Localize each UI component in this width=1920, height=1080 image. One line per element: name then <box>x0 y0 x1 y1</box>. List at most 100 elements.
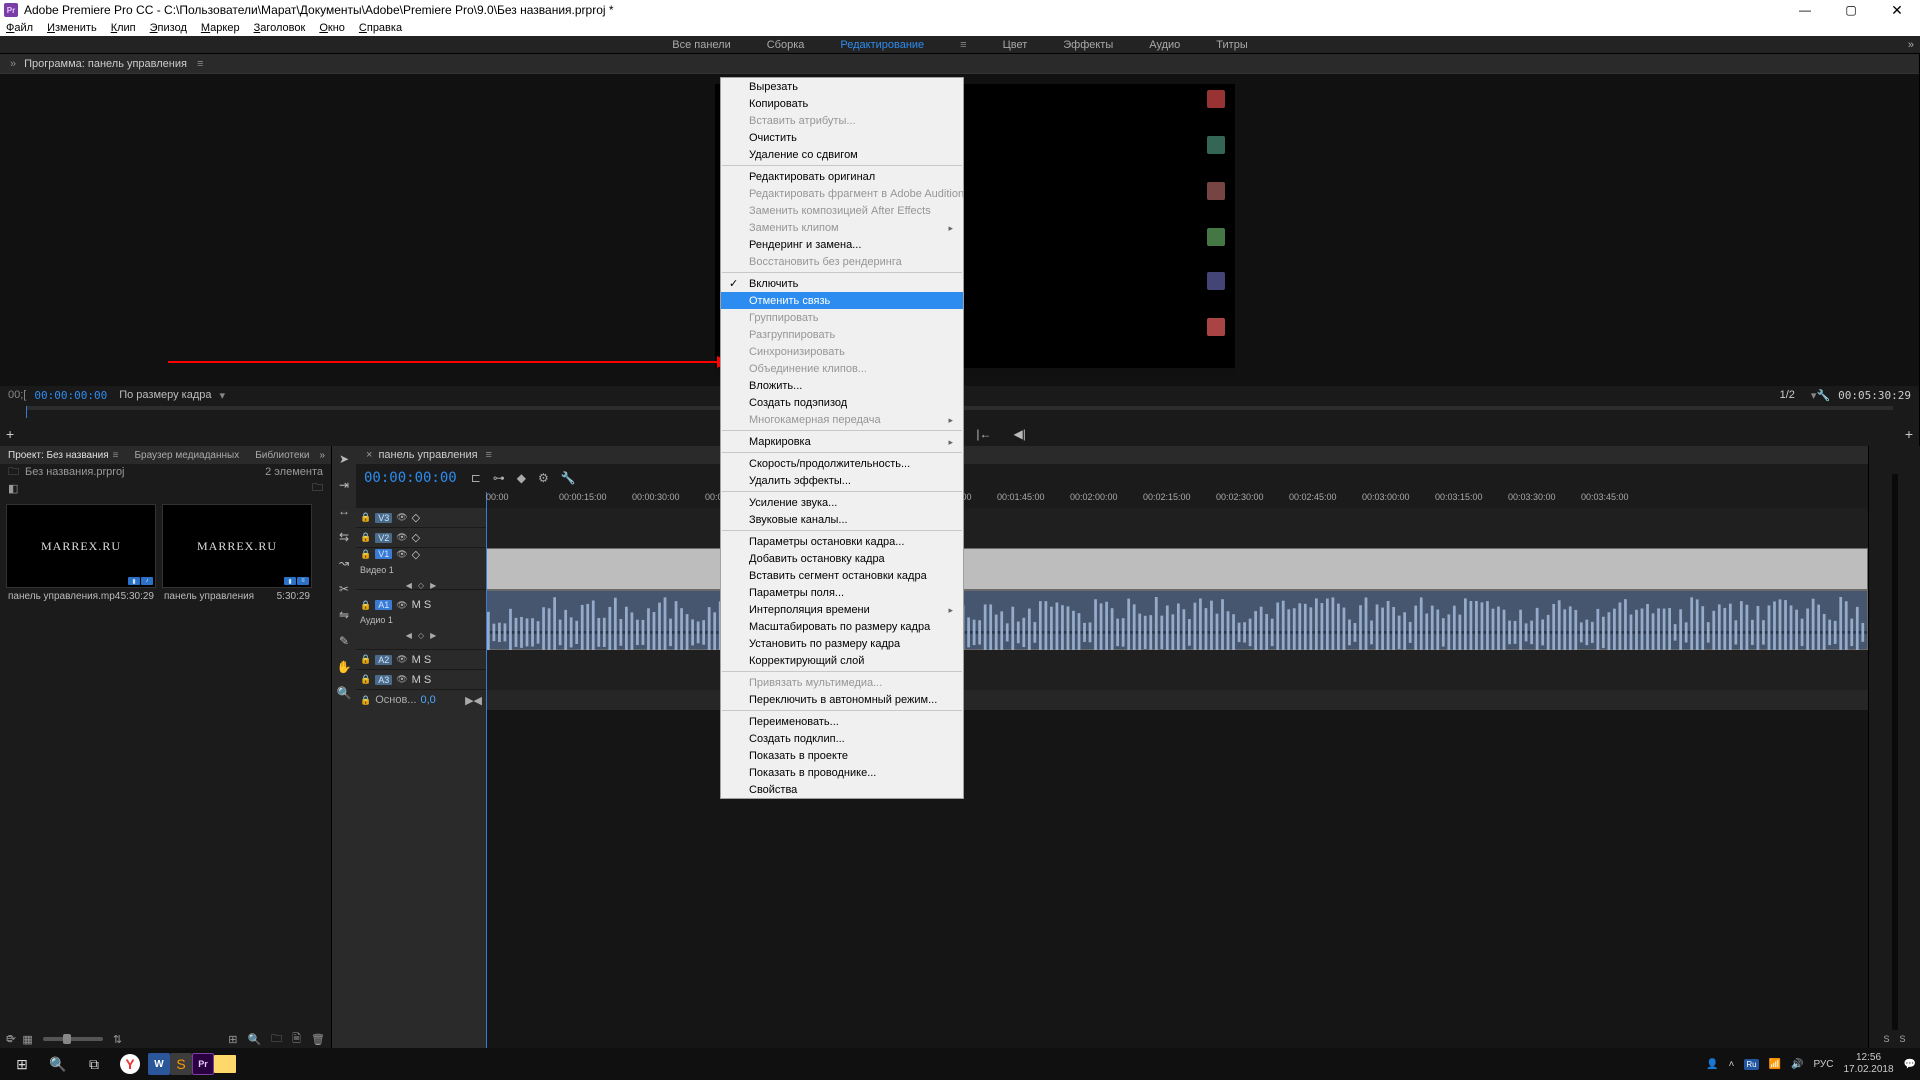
step-back-icon[interactable]: ◀| <box>1014 427 1026 441</box>
panel-menu-icon[interactable]: ≡ <box>197 58 203 70</box>
context-menu-item[interactable]: Маркировка▸ <box>721 433 963 450</box>
task-view-button[interactable]: ⧉ <box>76 1050 112 1078</box>
find-icon[interactable]: 🔍 <box>247 1033 261 1046</box>
context-menu-item[interactable]: Усиление звука... <box>721 494 963 511</box>
auto-seq-icon[interactable]: ⊞ <box>228 1033 237 1046</box>
context-menu-item[interactable]: Переименовать... <box>721 713 963 730</box>
context-menu-item[interactable]: Скорость/продолжительность... <box>721 455 963 472</box>
menu-file[interactable]: Файл <box>6 22 33 34</box>
lock-icon[interactable]: 🔒 <box>360 549 371 560</box>
wrench-icon[interactable]: 🔧 <box>561 471 576 485</box>
sort-icon[interactable]: ⇅ <box>113 1033 122 1046</box>
bin-item[interactable]: MARREX.RU ▮≡ панель управления5:30:29 <box>162 504 312 602</box>
wrench-icon[interactable]: 🔧 <box>1816 389 1830 402</box>
settings-icon[interactable]: ⚙ <box>538 471 549 485</box>
project-tab-project[interactable]: Проект: Без названия≡ <box>0 450 126 461</box>
sync-icon[interactable]: ⟳ <box>6 1032 16 1046</box>
context-menu-item[interactable]: Установить по размеру кадра <box>721 635 963 652</box>
folder-icon[interactable]: 🗀 <box>312 479 323 498</box>
track-a3[interactable]: 🔒A3👁M S <box>356 670 486 690</box>
eye-icon[interactable]: 👁 <box>396 532 407 543</box>
context-menu-item[interactable]: Рендеринг и замена... <box>721 236 963 253</box>
timeline-timecode[interactable]: 00:00:00:00 <box>364 470 457 486</box>
program-timecode[interactable]: 00:00:00:00 <box>34 389 107 402</box>
ripple-tool[interactable]: ↔ <box>338 504 350 518</box>
menu-sequence[interactable]: Эпизод <box>150 22 187 34</box>
selection-tool[interactable]: ➤ <box>339 452 349 466</box>
workspace-effects[interactable]: Эффекты <box>1063 39 1113 51</box>
sublime-icon[interactable]: S <box>170 1053 192 1075</box>
context-menu-item[interactable]: Копировать <box>721 95 963 112</box>
new-item-icon[interactable]: 🗎 <box>292 1030 301 1049</box>
marker-icon[interactable]: ◆ <box>517 471 526 485</box>
playhead[interactable] <box>486 508 487 1048</box>
add-button[interactable]: + <box>1905 426 1913 442</box>
icon-view-icon[interactable]: ▦ <box>22 1033 32 1046</box>
close-icon[interactable]: × <box>366 449 372 461</box>
menu-marker[interactable]: Маркер <box>201 22 240 34</box>
tray-people-icon[interactable]: 👤 <box>1706 1059 1718 1070</box>
track-v1[interactable]: 🔒V1👁◇ Видео 1 ◀◇▶ <box>356 548 486 590</box>
context-menu-item[interactable]: Параметры поля... <box>721 584 963 601</box>
tray-up-icon[interactable]: ˄ <box>1728 1059 1734 1070</box>
expand-icon[interactable]: » <box>10 58 16 70</box>
context-menu-item[interactable]: Звуковые каналы... <box>721 511 963 528</box>
rolling-tool[interactable]: ⇆ <box>339 530 349 544</box>
search-button[interactable]: 🔍 <box>40 1050 76 1078</box>
timeline-tab[interactable]: × панель управления ≡ <box>356 446 1868 464</box>
minimize-button[interactable]: — <box>1782 0 1828 20</box>
explorer-icon[interactable] <box>214 1055 236 1073</box>
context-menu-item[interactable]: Очистить <box>721 129 963 146</box>
tray-ru-icon[interactable]: Ru <box>1744 1059 1758 1070</box>
context-menu-item[interactable]: Вложить... <box>721 377 963 394</box>
tray-notif-icon[interactable]: 💬 <box>1904 1059 1916 1070</box>
eye-icon[interactable]: 👁 <box>396 512 407 523</box>
tray-net-icon[interactable]: 📶 <box>1769 1059 1781 1070</box>
zoom-tool[interactable]: 🔍 <box>337 686 352 700</box>
context-menu-item[interactable]: ✓Включить <box>721 275 963 292</box>
menu-window[interactable]: Окно <box>319 22 345 34</box>
context-menu-item[interactable]: Редактировать оригинал <box>721 168 963 185</box>
fit-dropdown[interactable]: По размеру кадра <box>119 389 211 401</box>
workspace-overflow[interactable]: » <box>1908 39 1914 51</box>
menu-clip[interactable]: Клип <box>111 22 136 34</box>
context-menu-item[interactable]: Удалить эффекты... <box>721 472 963 489</box>
context-menu-item[interactable]: Параметры остановки кадра... <box>721 533 963 550</box>
link-icon[interactable]: ⊶ <box>493 471 505 485</box>
menu-edit[interactable]: Изменить <box>47 22 97 34</box>
new-bin-icon[interactable]: 🗀 <box>271 1030 282 1049</box>
project-overflow[interactable]: » <box>319 450 325 461</box>
lock-icon[interactable]: 🔒 <box>360 532 371 543</box>
context-menu-item[interactable]: Показать в проекте <box>721 747 963 764</box>
start-button[interactable]: ⊞ <box>4 1050 40 1078</box>
context-menu-item[interactable]: Вырезать <box>721 78 963 95</box>
timeline-ruler[interactable]: 00:00 00:00:15:00 00:00:30:00 00:00:45:0… <box>486 492 1868 508</box>
bin-thumbnail[interactable]: MARREX.RU ▮♪ <box>6 504 156 588</box>
snap-icon[interactable]: ⊏ <box>471 471 481 485</box>
menu-title[interactable]: Заголовок <box>254 22 306 34</box>
chevron-down-icon[interactable]: ▾ <box>220 389 226 402</box>
resolution-dropdown[interactable]: 1/2 <box>1780 389 1795 401</box>
workspace-all[interactable]: Все панели <box>672 39 730 51</box>
slip-tool[interactable]: ⇋ <box>339 608 349 622</box>
context-menu-item[interactable]: Удаление со сдвигом <box>721 146 963 163</box>
track-a1[interactable]: 🔒A1👁M S Аудио 1 ◀◇▶ <box>356 590 486 650</box>
workspace-audio[interactable]: Аудио <box>1149 39 1180 51</box>
track-v3[interactable]: 🔒V3👁◇ <box>356 508 486 528</box>
workspace-color[interactable]: Цвет <box>1003 39 1028 51</box>
context-menu-item[interactable]: Создать подклип... <box>721 730 963 747</box>
filter-icon[interactable]: ◧ <box>8 482 18 495</box>
track-master[interactable]: 🔒Основ...0,0▶◀ <box>356 690 486 710</box>
track-a2[interactable]: 🔒A2👁M S <box>356 650 486 670</box>
project-tab-libs[interactable]: Библиотеки <box>247 450 317 461</box>
zoom-slider[interactable] <box>43 1037 103 1041</box>
yandex-icon[interactable]: Y <box>120 1054 140 1074</box>
goto-in-icon[interactable]: |← <box>976 427 991 441</box>
add-marker-button[interactable]: + <box>6 426 14 442</box>
hand-tool[interactable]: ✋ <box>337 660 352 674</box>
workspace-editing[interactable]: Редактирование <box>840 39 924 51</box>
context-menu-item[interactable]: Создать подэпизод <box>721 394 963 411</box>
track-select-tool[interactable]: ⇥ <box>339 478 349 492</box>
maximize-button[interactable]: ▢ <box>1828 0 1874 20</box>
bin-thumbnail[interactable]: MARREX.RU ▮≡ <box>162 504 312 588</box>
